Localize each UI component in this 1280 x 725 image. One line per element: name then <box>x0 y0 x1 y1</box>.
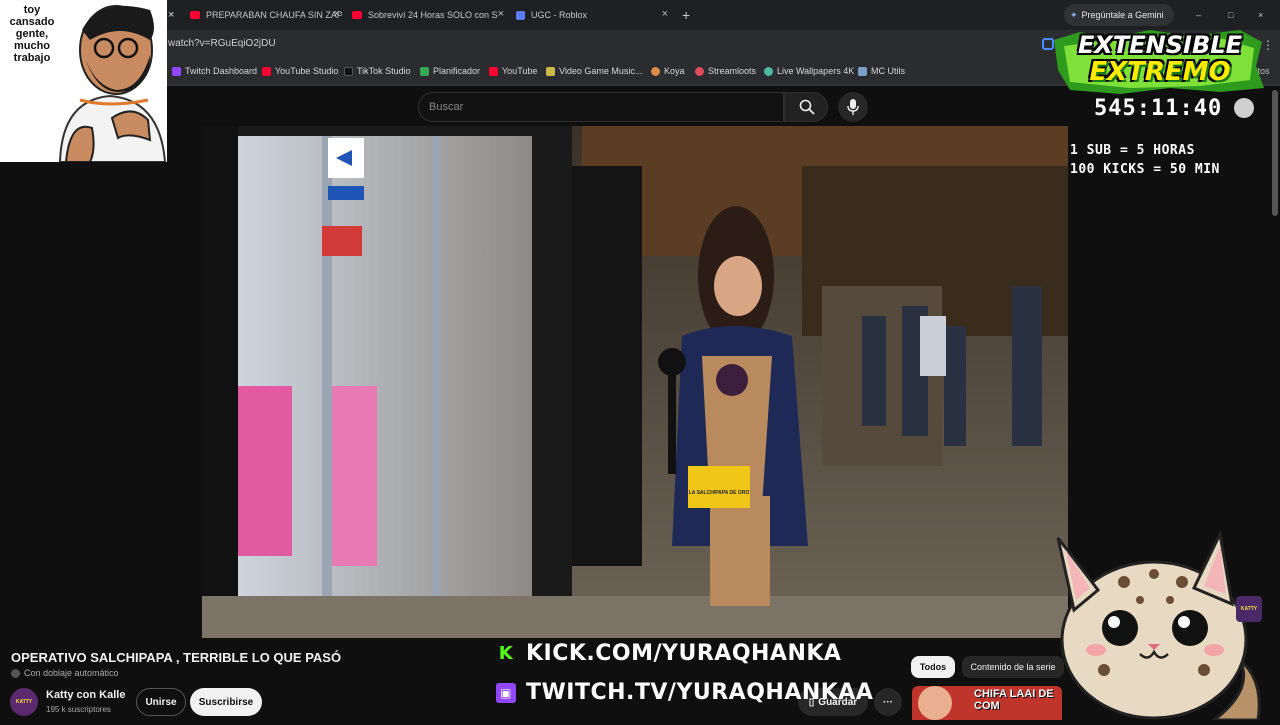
kick-promo: K KICK.COM/YURAQHANKA <box>496 641 841 666</box>
cat-mascot <box>1044 529 1280 722</box>
auto-dub-label: Con doblaje automático <box>11 668 119 678</box>
youtube-icon <box>190 11 200 19</box>
youtube-icon <box>262 66 271 76</box>
tab-sobrevivi[interactable]: Sobreviví 24 Horas SOLO con S × <box>352 4 506 26</box>
channel-avatar[interactable]: KATTY <box>10 688 38 716</box>
page-scrollbar[interactable] <box>1272 90 1278 216</box>
channel-watermark: KATTY <box>1236 596 1262 622</box>
bookmark-live-wallpapers[interactable]: Live Wallpapers 4K <box>764 66 854 76</box>
title-line-1: EXTENSIBLE <box>1078 31 1242 59</box>
tiktok-icon <box>344 66 353 76</box>
tab-ugc-roblox[interactable]: UGC - Roblox × <box>516 4 670 26</box>
recommended-thumbnail[interactable]: CHIFA LAAI DE COM <box>912 686 1062 720</box>
stream-title: EXTENSIBLE EXTREMO <box>1062 32 1258 86</box>
chip-todos[interactable]: Todos <box>911 656 955 678</box>
bookmark-video-game-music[interactable]: Video Game Music... <box>546 66 642 76</box>
new-tab-button[interactable]: + <box>682 4 696 26</box>
bookmark-koya[interactable]: Koya <box>651 66 685 76</box>
tab-preparaban-chaufa[interactable]: PREPARABAN CHAUFA SIN ZAP × <box>190 4 342 26</box>
music-icon <box>546 66 555 76</box>
cat-mascot-image <box>1056 529 1261 722</box>
streamloots-icon <box>695 66 704 76</box>
bookmark-twitch-dashboard[interactable]: Twitch Dashboard <box>172 66 257 76</box>
wallpaper-icon <box>764 66 773 76</box>
sparkle-icon: ✦ <box>1070 9 1078 20</box>
close-tab-icon[interactable]: × <box>498 8 504 20</box>
minimize-icon[interactable]: – <box>1196 4 1206 26</box>
maximize-icon[interactable]: □ <box>1228 4 1238 26</box>
mic-badge-text: LA SALCHIPAPA DE ORO <box>688 490 750 496</box>
window-close-icon[interactable]: × <box>1258 4 1268 26</box>
bookmark-planificador[interactable]: Planificador <box>420 66 480 76</box>
planner-icon <box>420 66 429 76</box>
bookmark-mc-utils[interactable]: MC Utils <box>858 66 905 76</box>
twitch-promo: ▣ TWITCH.TV/YURAQHANKAA <box>496 680 873 705</box>
close-tab-icon[interactable]: × <box>662 8 668 20</box>
twitch-icon <box>172 66 181 76</box>
mic-icon <box>847 99 859 115</box>
bookmark-streamloots[interactable]: Streamloots <box>695 66 756 76</box>
rule-sub: 1 SUB = 5 HORAS <box>1070 143 1195 158</box>
bookmark-tiktok-studio[interactable]: TikTok Studio <box>344 66 411 76</box>
meme-overlay: toy cansado gente, mucho trabajo <box>0 0 167 162</box>
video-frame <box>202 126 1068 638</box>
youtube-icon <box>489 66 498 76</box>
mc-utils-icon <box>858 66 867 76</box>
video-title: OPERATIVO SALCHIPAPA , TERRIBLE LO QUE P… <box>11 650 342 665</box>
search-input[interactable]: Buscar <box>418 92 784 122</box>
kick-icon: K <box>496 643 516 664</box>
rule-kicks: 100 KICKS = 50 MIN <box>1070 162 1220 177</box>
more-actions-button[interactable]: ··· <box>874 688 902 716</box>
subscribe-button[interactable]: Suscribirse <box>190 688 262 716</box>
koya-icon <box>651 66 660 76</box>
channel-name[interactable]: Katty con Kalle <box>46 689 125 701</box>
more-horiz-icon: ··· <box>883 696 893 708</box>
bookmark-youtube-studio[interactable]: YouTube Studio <box>262 66 338 76</box>
subathon-timer: 545:11:40 <box>1094 96 1223 121</box>
youtube-icon <box>352 11 362 19</box>
twitch-icon: ▣ <box>496 682 516 703</box>
title-line-2: EXTREMO <box>1089 57 1231 87</box>
timer-mascot-icon <box>1234 98 1254 118</box>
bookmark-youtube[interactable]: YouTube <box>489 66 537 76</box>
voice-search-button[interactable] <box>838 92 868 122</box>
roblox-icon <box>516 10 525 20</box>
close-tab-icon[interactable]: × <box>334 8 340 20</box>
video-player[interactable]: LA SALCHIPAPA DE ORO <box>202 126 1068 638</box>
url-field[interactable]: watch?v=RGuEqiO2jDU <box>168 38 276 49</box>
meme-caption: toy cansado gente, mucho trabajo <box>9 4 55 64</box>
subscriber-count: 195 k suscriptores <box>46 705 111 714</box>
gemini-button[interactable]: ✦ Pregúntale a Gemini <box>1064 4 1174 26</box>
join-button[interactable]: Unirse <box>136 688 186 716</box>
search-button[interactable] <box>784 92 828 122</box>
thumb-face <box>918 686 952 720</box>
search-icon <box>799 99 815 115</box>
dub-icon <box>11 668 20 678</box>
browser-tab-bar: × PREPARABAN CHAUFA SIN ZAP × Sobreviví … <box>0 0 1280 30</box>
tab-close-current[interactable]: × <box>168 4 184 26</box>
